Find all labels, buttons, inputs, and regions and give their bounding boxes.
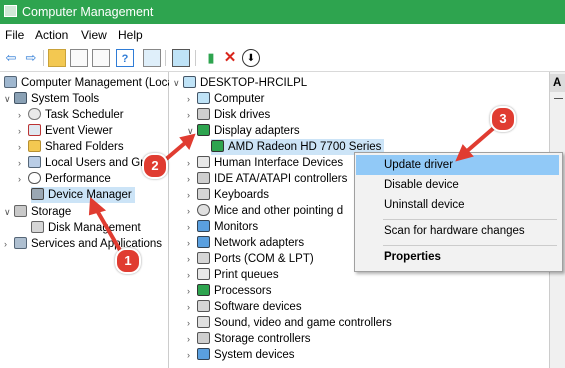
annotation-badge-1: 1 xyxy=(115,248,141,274)
arrow-head-1 xyxy=(88,196,107,216)
annotation-arrows xyxy=(88,124,498,254)
annotation-badge-2: 2 xyxy=(142,153,168,179)
annotation-arrow-1 xyxy=(93,205,123,254)
annotation-arrow-2 xyxy=(163,141,187,162)
annotation-arrow-3 xyxy=(464,124,498,154)
annotation-badge-3: 3 xyxy=(490,106,516,132)
